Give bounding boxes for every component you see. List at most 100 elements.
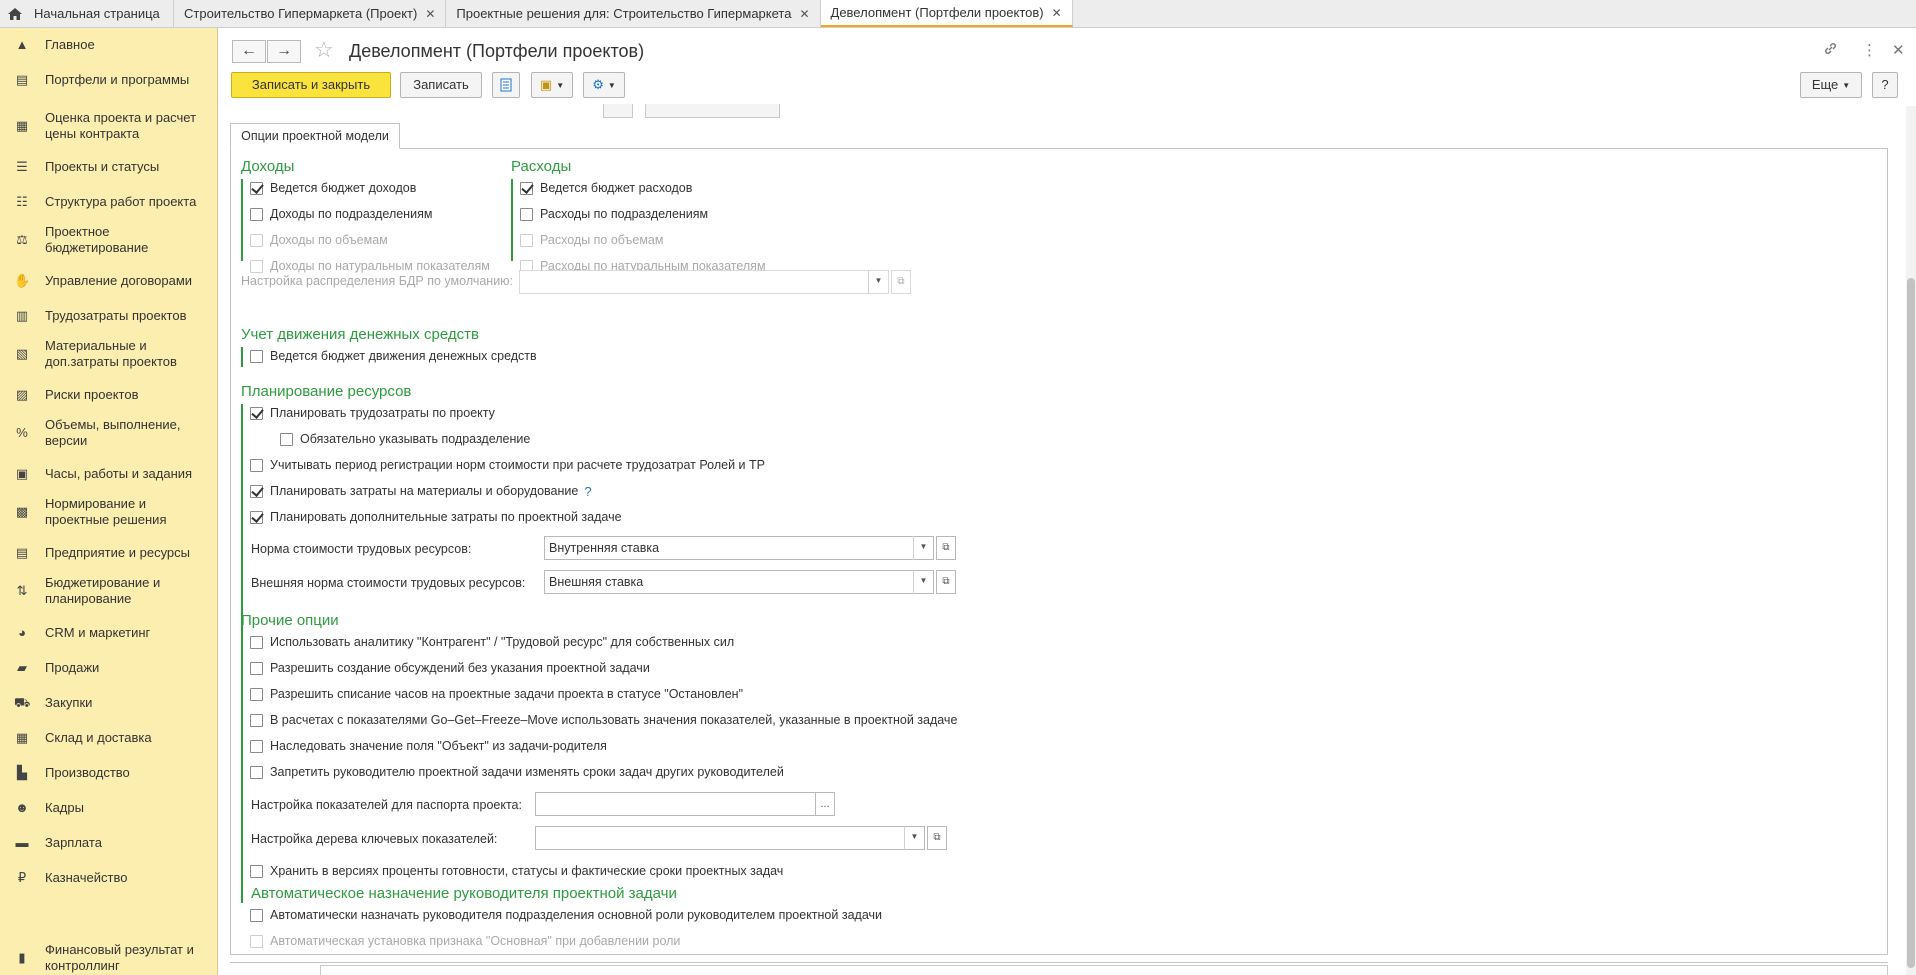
estimate-icon: ▦ <box>15 118 29 133</box>
sidebar-item-purchases[interactable]: ⛟ Закупки <box>0 690 218 716</box>
sidebar-item-wbs[interactable]: ☷ Структура работ проекта <box>0 189 218 215</box>
more-options-icon[interactable]: ⋮ <box>1862 41 1877 59</box>
inherit-object-checkbox[interactable]: Наследовать значение поля "Объект" из за… <box>250 737 607 755</box>
sidebar-item-label: Производство <box>45 765 130 780</box>
external-labor-rate-field[interactable]: Внешняя ставка ▼ <box>544 570 934 594</box>
sidebar-item-label: Нормирование и проектные решения <box>45 496 167 527</box>
favorite-star-icon[interactable]: ☆ <box>314 38 334 62</box>
sidebar-item-hr[interactable]: ☻ Кадры <box>0 795 218 821</box>
more-button[interactable]: Еще ▼ <box>1800 72 1862 98</box>
sidebar-item-risks[interactable]: ▨ Риски проектов <box>0 382 218 408</box>
section-bar <box>241 179 243 261</box>
sidebar-item-label: Проекты и статусы <box>45 159 160 174</box>
related-docs-dropdown-button[interactable]: ⚙ ▼ <box>583 72 625 98</box>
labor-rate-label: Норма стоимости трудовых ресурсов: <box>251 542 472 556</box>
hours-on-stopped-project-checkbox[interactable]: Разрешить списание часов на проектные за… <box>250 685 743 703</box>
chevron-down-icon[interactable]: ▼ <box>904 826 924 850</box>
sidebar-item-production[interactable]: ▙ Производство <box>0 760 218 786</box>
sidebar-item-projects[interactable]: ☰ Проекты и статусы <box>0 154 218 180</box>
close-icon[interactable]: ✕ <box>425 7 435 21</box>
auto-assign-section-title: Автоматическое назначение руководителя п… <box>251 885 677 902</box>
sidebar-item-portfolio[interactable]: ▤ Портфели и программы <box>0 67 218 93</box>
sidebar-item-label: Бюджетирование и планирование <box>45 575 161 606</box>
income-by-departments-checkbox[interactable]: Доходы по подразделениям <box>250 205 432 223</box>
expenses-budget-checkbox[interactable]: Ведется бюджет расходов <box>520 179 692 197</box>
chevron-down-icon[interactable]: ▼ <box>913 570 933 594</box>
warehouse-icon: ▦ <box>15 730 29 745</box>
close-icon[interactable]: ✕ <box>799 7 809 21</box>
purchases-icon: ⛟ <box>14 695 31 710</box>
sidebar-item-crm[interactable]: ◕ CRM и маркетинг <box>0 620 218 646</box>
link-icon[interactable] <box>1823 41 1838 60</box>
sidebar-item-hours[interactable]: ▣ Часы, работы и задания <box>0 461 218 487</box>
sidebar-item-labor[interactable]: ▥ Трудозатраты проектов <box>0 303 218 329</box>
sidebar-item-label: Казначейство <box>45 870 128 885</box>
scrollbar-thumb[interactable] <box>1907 278 1915 968</box>
sidebar-item-planning[interactable]: ⇅ Бюджетирование и планирование <box>0 574 218 608</box>
forbid-change-dates-checkbox[interactable]: Запретить руководителю проектной задачи … <box>250 763 784 781</box>
close-icon[interactable]: ✕ <box>1892 41 1905 59</box>
materials-icon: ▧ <box>15 346 29 361</box>
plan-additional-costs-checkbox[interactable]: Планировать дополнительные затраты по пр… <box>250 508 622 526</box>
tab-development-portfolio[interactable]: Девелопмент (Портфели проектов) ✕ <box>820 0 1073 27</box>
sidebar-item-sales[interactable]: ▰ Продажи <box>0 655 218 681</box>
sidebar-item-finance[interactable]: ▮ Финансовый результат и контроллинг <box>0 941 218 975</box>
sidebar-item-norms[interactable]: ▩ Нормирование и проектные решения <box>0 495 218 529</box>
help-icon[interactable]: ? <box>584 484 591 499</box>
tab-project-model-options[interactable]: Опции проектной модели <box>230 123 400 149</box>
passport-setting-field[interactable] <box>535 792 816 816</box>
sidebar-item-volumes[interactable]: % Объемы, выполнение, версии <box>0 416 218 450</box>
sidebar-item-label: Главное <box>45 37 95 52</box>
labor-rate-field[interactable]: Внутренняя ставка ▼ <box>544 536 934 560</box>
tab-project[interactable]: Строительство Гипермаркета (Проект) ✕ <box>174 0 447 27</box>
tab-project-solutions[interactable]: Проектные решения для: Строительство Гип… <box>446 0 821 27</box>
save-button[interactable]: Записать <box>400 72 482 98</box>
sidebar-item-treasury[interactable]: ₽ Казначейство <box>0 865 218 891</box>
sidebar-item-salary[interactable]: ▬ Зарплата <box>0 830 218 856</box>
discussions-without-task-checkbox[interactable]: Разрешить создание обсуждений без указан… <box>250 659 650 677</box>
sidebar-item-label: Финансовый результат и контроллинг <box>45 942 194 973</box>
document-icon[interactable] <box>492 72 520 98</box>
sidebar-item-label: Проектное бюджетирование <box>45 224 149 255</box>
sidebar-item-label: Закупки <box>45 695 93 710</box>
counterparty-analytics-checkbox[interactable]: Использовать аналитику "Контрагент" / "Т… <box>250 633 734 651</box>
auto-assign-manager-checkbox[interactable]: Автоматически назначать руководителя под… <box>250 906 882 924</box>
sidebar-item-main[interactable]: ▲ Главное <box>0 32 218 58</box>
wbs-icon: ☷ <box>16 194 28 209</box>
risks-icon: ▨ <box>15 387 29 402</box>
sidebar-item-enterprise[interactable]: ▤ Предприятие и ресурсы <box>0 540 218 566</box>
sidebar-item-label: Продажи <box>45 660 100 675</box>
close-icon[interactable]: ✕ <box>1052 6 1062 20</box>
section-bar <box>241 633 243 903</box>
cashflow-budget-checkbox[interactable]: Ведется бюджет движения денежных средств <box>250 347 537 365</box>
sidebar-item-contracts[interactable]: ✋ Управление договорами <box>0 268 218 294</box>
sidebar-item-materials[interactable]: ▧ Материальные и доп.затраты проектов <box>0 337 218 371</box>
bdr-setting-label: Настройка распределения БДР по умолчанию… <box>241 274 514 288</box>
tab-home[interactable]: Начальная страница <box>0 0 174 27</box>
rate-period-checkbox[interactable]: Учитывать период регистрации норм стоимо… <box>250 456 765 474</box>
open-icon[interactable]: ⧉ <box>936 570 956 594</box>
select-button[interactable]: ... <box>815 792 835 816</box>
back-button[interactable]: ← <box>232 40 266 63</box>
plan-labor-checkbox[interactable]: Планировать трудозатраты по проекту <box>250 404 495 422</box>
sidebar-item-warehouse[interactable]: ▦ Склад и доставка <box>0 725 218 751</box>
kpi-tree-field[interactable]: ▼ <box>535 826 925 850</box>
sidebar-item-estimate[interactable]: ▦ Оценка проекта и расчет цены контракта <box>0 109 218 143</box>
plan-materials-checkbox[interactable]: Планировать затраты на материалы и обору… <box>250 482 592 500</box>
chevron-down-icon[interactable]: ▼ <box>913 536 933 560</box>
save-and-close-button[interactable]: Записать и закрыть <box>231 72 391 98</box>
require-department-checkbox[interactable]: Обязательно указывать подразделение <box>280 430 530 448</box>
keep-versions-checkbox[interactable]: Хранить в версиях проценты готовности, с… <box>250 862 783 880</box>
toolbar: Записать и закрыть Записать ▣ ▼ ⚙ ▼ Еще ▼ ? <box>218 72 1916 104</box>
print-dropdown-button[interactable]: ▣ ▼ <box>531 72 573 98</box>
ggfm-task-values-checkbox[interactable]: В расчетах с показателями Go–Get–Freeze–… <box>250 711 957 729</box>
income-by-volumes-checkbox: Доходы по объемам <box>250 231 388 249</box>
resources-section-title: Планирование ресурсов <box>241 383 412 400</box>
expenses-by-departments-checkbox[interactable]: Расходы по подразделениям <box>520 205 708 223</box>
help-button[interactable]: ? <box>1872 72 1898 98</box>
sidebar-item-budget[interactable]: ⚖ Проектное бюджетирование <box>0 223 218 257</box>
open-icon[interactable]: ⧉ <box>936 536 956 560</box>
forward-button[interactable]: → <box>267 40 301 63</box>
open-icon[interactable]: ⧉ <box>927 826 947 850</box>
income-budget-checkbox[interactable]: Ведется бюджет доходов <box>250 179 416 197</box>
